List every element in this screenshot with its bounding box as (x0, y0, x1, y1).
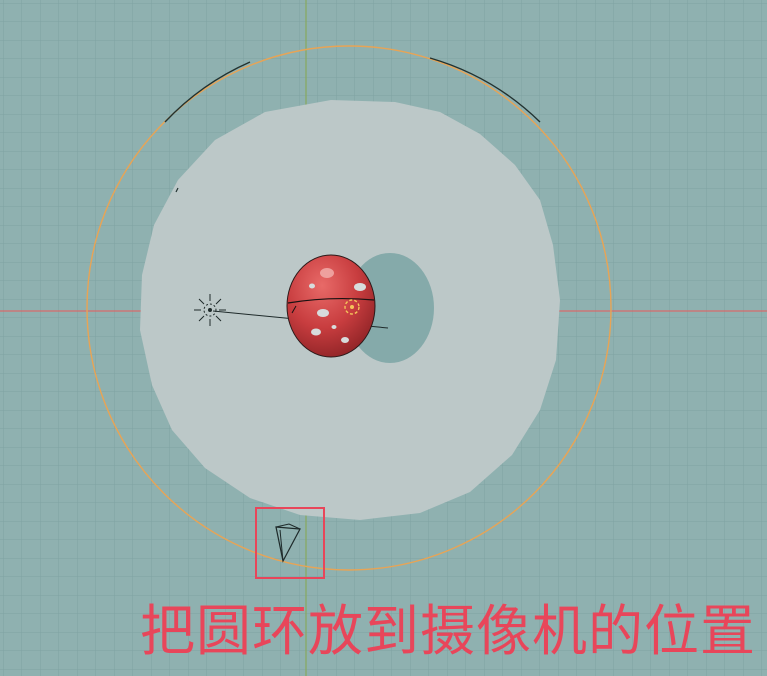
viewport-canvas[interactable] (0, 0, 767, 676)
annotation-caption: 把圆环放到摄像机的位置 (140, 599, 757, 663)
sphere-object[interactable] (286, 254, 376, 358)
3d-viewport[interactable]: 把圆环放到摄像机的位置 (0, 0, 767, 676)
